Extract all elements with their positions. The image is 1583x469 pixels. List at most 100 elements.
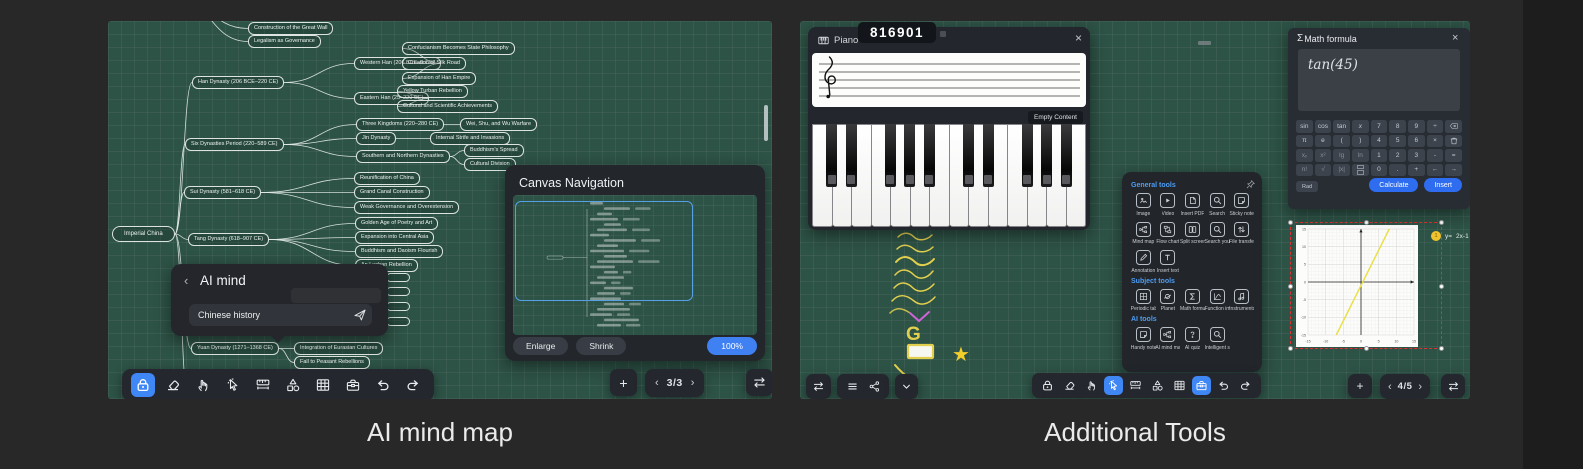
- mindmap-node[interactable]: Legalism as Governance: [248, 35, 321, 48]
- calc-key-[interactable]: .: [1389, 164, 1406, 177]
- mindmap-node[interactable]: Han Dynasty (206 BCE–220 CE): [192, 76, 284, 89]
- minimap[interactable]: [513, 195, 757, 335]
- mindmap-node[interactable]: Wei, Shu, and Wu Warfare: [460, 118, 537, 131]
- insert-button[interactable]: Insert: [1424, 178, 1462, 192]
- calc-key-tan[interactable]: tan: [1333, 120, 1350, 133]
- calc-key-backspace[interactable]: [1445, 120, 1462, 133]
- calc-key-lg[interactable]: lg: [1333, 149, 1350, 162]
- calc-key-x[interactable]: |x|: [1333, 164, 1350, 177]
- add-page-button[interactable]: +: [1348, 374, 1372, 398]
- calc-key-6[interactable]: 6: [1408, 135, 1425, 148]
- piano-black-key[interactable]: [846, 124, 857, 187]
- calc-key-4[interactable]: 4: [1371, 135, 1388, 148]
- tool-item-ai-mind-map[interactable]: AI mind map: [1156, 327, 1181, 351]
- piano-black-key[interactable]: [1041, 124, 1052, 187]
- mindmap-node[interactable]: Reunification of China: [354, 172, 420, 185]
- close-icon[interactable]: ×: [1452, 32, 1458, 44]
- piano-black-key[interactable]: [885, 124, 896, 187]
- redo-tool[interactable]: [1236, 376, 1255, 395]
- calc-key-[interactable]: +: [1408, 164, 1425, 177]
- mindmap-node[interactable]: Fall to Peasant Rebellions: [294, 356, 370, 369]
- calc-key-9[interactable]: 9: [1408, 120, 1425, 133]
- tool-item-math-formula[interactable]: Math formula: [1180, 289, 1205, 313]
- pin-icon[interactable]: [1245, 177, 1256, 188]
- calc-key-[interactable]: ): [1352, 135, 1369, 148]
- prev-page-icon[interactable]: ‹: [1388, 381, 1392, 393]
- empty-content-button[interactable]: Empty Content: [1028, 111, 1083, 124]
- mindmap-node[interactable]: Southern and Northern Dynasties: [356, 150, 450, 163]
- mindmap-node[interactable]: Six Dynasties Period (220–589 CE): [185, 138, 284, 151]
- mindmap-node[interactable]: Sui Dynasty (581–618 CE): [184, 186, 261, 199]
- calc-key-[interactable]: (: [1333, 135, 1350, 148]
- mindmap-node[interactable]: Expansion of Han Empire: [402, 72, 476, 85]
- mindmap-node[interactable]: Internal Strife and Invasions: [430, 132, 510, 145]
- piano-black-key[interactable]: [826, 124, 837, 187]
- tool-item-annotation[interactable]: Annotation: [1131, 250, 1156, 274]
- calc-key-8[interactable]: 8: [1389, 120, 1406, 133]
- lock-tool[interactable]: [1038, 376, 1057, 395]
- tool-item-periodic-table[interactable]: Periodic table: [1131, 289, 1156, 313]
- tool-item-sticky-note[interactable]: Sticky note: [1229, 193, 1254, 217]
- calc-key-sin[interactable]: sin: [1296, 120, 1313, 133]
- tool-item-insert-text[interactable]: Insert text: [1156, 250, 1181, 274]
- mindmap-node[interactable]: [386, 317, 410, 326]
- tool-item-instruments[interactable]: Instruments: [1229, 289, 1254, 313]
- toolbox-tool[interactable]: [1192, 376, 1211, 395]
- tool-item-search-youdao[interactable]: Search youdao: [1205, 222, 1230, 246]
- zoom-level-badge[interactable]: 100%: [707, 337, 757, 355]
- ruler-tool[interactable]: [251, 373, 275, 397]
- prev-page-icon[interactable]: ‹: [655, 377, 659, 389]
- tool-item-intelligent-search[interactable]: Intelligent search: [1205, 327, 1230, 351]
- undo-tool[interactable]: [371, 373, 395, 397]
- tool-item-file-transfer[interactable]: File transfer: [1229, 222, 1254, 246]
- calc-key-[interactable]: ←: [1427, 164, 1444, 177]
- mindmap-node[interactable]: Expansion into Central Asia: [355, 231, 434, 244]
- mindmap-node[interactable]: [386, 273, 410, 282]
- mindmap-node[interactable]: Creation of Silk Road: [402, 57, 466, 70]
- mindmap-node[interactable]: Cultural and Scientific Achievements: [397, 100, 498, 113]
- tool-item-video[interactable]: Video: [1156, 193, 1181, 217]
- tool-item-function-image[interactable]: Function image: [1205, 289, 1230, 313]
- calc-key-0[interactable]: 0: [1371, 164, 1388, 177]
- calc-key-e[interactable]: e: [1315, 135, 1332, 148]
- share-icon[interactable]: [868, 380, 881, 393]
- chevron-left-icon[interactable]: ‹: [184, 273, 188, 288]
- tool-item-planet[interactable]: Planet: [1156, 289, 1181, 313]
- shrink-button[interactable]: Shrink: [576, 337, 626, 355]
- next-page-icon[interactable]: ›: [691, 377, 695, 389]
- piano-black-key[interactable]: [924, 124, 935, 187]
- calc-key-[interactable]: ÷: [1427, 120, 1444, 133]
- scrollbar-thumb[interactable]: [764, 105, 768, 141]
- calc-key-x[interactable]: x²: [1315, 149, 1332, 162]
- undo-tool[interactable]: [1214, 376, 1233, 395]
- mindmap-node[interactable]: Yellow Turban Rebellion: [397, 85, 468, 98]
- enlarge-button[interactable]: Enlarge: [513, 337, 568, 355]
- lasso-tool[interactable]: [221, 373, 245, 397]
- add-page-button[interactable]: +: [610, 369, 637, 396]
- lasso-tool[interactable]: [1104, 376, 1123, 395]
- mindmap-node[interactable]: Buddhism and Daoism Flourish: [355, 245, 443, 258]
- redo-tool[interactable]: [401, 373, 425, 397]
- calc-key-ln[interactable]: ln: [1352, 149, 1369, 162]
- mindmap-node[interactable]: Three Kingdoms (220–280 CE): [356, 118, 444, 131]
- eraser-tool[interactable]: [1060, 376, 1079, 395]
- calc-key-2[interactable]: 2: [1389, 149, 1406, 162]
- tool-item-mind-map[interactable]: Mind map: [1131, 222, 1156, 246]
- mindmap-node[interactable]: Confucianism Becomes State Philosophy: [402, 42, 515, 55]
- shapes-tool[interactable]: [281, 373, 305, 397]
- mindmap-node[interactable]: Tang Dynasty (618–907 CE): [188, 233, 269, 246]
- mindmap-node[interactable]: Jin Dynasty: [356, 132, 396, 145]
- mindmap-root-node[interactable]: Imperial China: [112, 226, 175, 242]
- calc-key-[interactable]: ×: [1427, 135, 1444, 148]
- table-tool[interactable]: [1170, 376, 1189, 395]
- mindmap-node[interactable]: Integration of Eurasian Cultures: [294, 342, 383, 355]
- left-whiteboard[interactable]: Imperial ChinaConstruction of the Great …: [108, 21, 772, 399]
- calc-key-5[interactable]: 5: [1389, 135, 1406, 148]
- tool-item-insert-pdf[interactable]: Insert PDF: [1180, 193, 1205, 217]
- toolbox-tool[interactable]: [341, 373, 365, 397]
- piano-black-key[interactable]: [904, 124, 915, 187]
- function-graph-widget[interactable]: -15-15-10-10-5-5005510101515 1 y= 2x-1: [1290, 222, 1442, 349]
- calc-key-cos[interactable]: cos: [1315, 120, 1332, 133]
- calc-key-[interactable]: π: [1296, 135, 1313, 148]
- tool-item-split-screen[interactable]: Split screen: [1180, 222, 1205, 246]
